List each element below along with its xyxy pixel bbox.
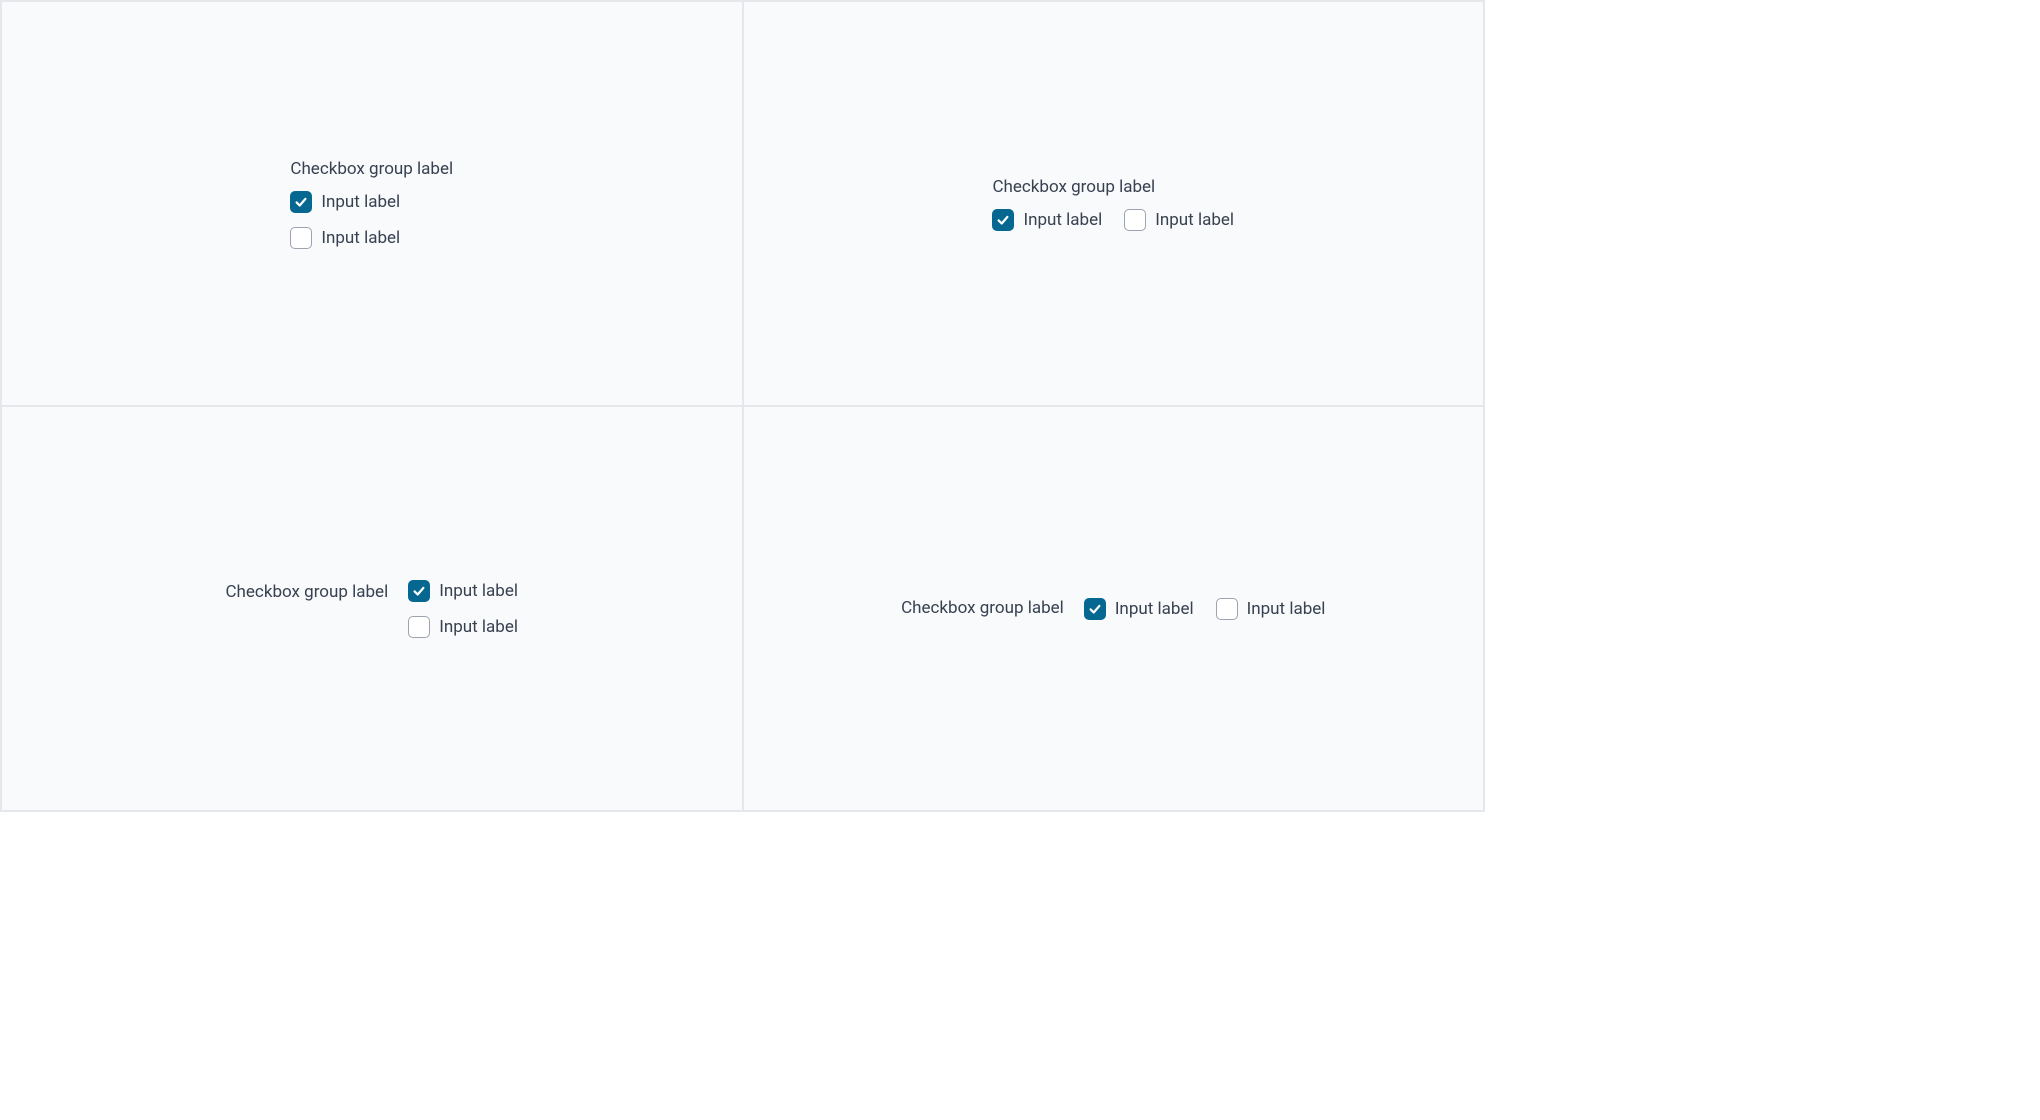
checkbox-input-unchecked[interactable] <box>408 616 430 638</box>
checkbox-input-checked[interactable] <box>992 209 1014 231</box>
checkbox-label: Input label <box>1155 210 1234 230</box>
checkbox-label: Input label <box>1115 599 1194 619</box>
check-icon <box>996 213 1010 227</box>
checkbox-label: Input label <box>321 192 400 212</box>
quadrant-2: Checkbox group label Input label Input l… <box>743 1 1485 406</box>
quadrant-1: Checkbox group label Input label Input l… <box>1 1 743 406</box>
checkbox-item[interactable]: Input label <box>1084 598 1194 620</box>
check-icon <box>412 584 426 598</box>
quadrant-3: Checkbox group label Input label Input l… <box>1 406 743 811</box>
checkbox-item[interactable]: Input label <box>408 616 518 638</box>
checkbox-item[interactable]: Input label <box>1216 598 1326 620</box>
checkbox-item[interactable]: Input label <box>992 209 1102 231</box>
checkbox-options: Input label Input label <box>290 191 400 249</box>
checkbox-input-unchecked[interactable] <box>290 227 312 249</box>
checkbox-options: Input label Input label <box>408 580 518 638</box>
checkbox-item[interactable]: Input label <box>290 227 400 249</box>
checkbox-group-label: Checkbox group label <box>225 580 388 603</box>
checkbox-input-unchecked[interactable] <box>1216 598 1238 620</box>
checkbox-group-label: Checkbox group label <box>290 158 453 180</box>
layout-grid: Checkbox group label Input label Input l… <box>0 0 1485 812</box>
checkbox-options: Input label Input label <box>992 209 1234 231</box>
checkbox-input-checked[interactable] <box>1084 598 1106 620</box>
quadrant-4: Checkbox group label Input label Input l… <box>743 406 1485 811</box>
checkbox-label: Input label <box>1023 210 1102 230</box>
check-icon <box>1088 602 1102 616</box>
checkbox-item[interactable]: Input label <box>1124 209 1234 231</box>
checkbox-input-checked[interactable] <box>408 580 430 602</box>
checkbox-group: Checkbox group label Input label Input l… <box>901 597 1325 619</box>
checkbox-group: Checkbox group label Input label Input l… <box>290 158 453 248</box>
checkbox-item[interactable]: Input label <box>408 580 518 602</box>
checkbox-group: Checkbox group label Input label Input l… <box>225 580 518 638</box>
checkbox-label: Input label <box>439 581 518 601</box>
checkbox-group-label: Checkbox group label <box>992 176 1234 198</box>
checkbox-input-checked[interactable] <box>290 191 312 213</box>
checkbox-options: Input label Input label <box>1084 598 1326 620</box>
check-icon <box>294 195 308 209</box>
checkbox-label: Input label <box>321 228 400 248</box>
checkbox-label: Input label <box>1247 599 1326 619</box>
checkbox-item[interactable]: Input label <box>290 191 400 213</box>
checkbox-group: Checkbox group label Input label Input l… <box>992 176 1234 230</box>
checkbox-group-label: Checkbox group label <box>901 597 1064 619</box>
checkbox-label: Input label <box>439 617 518 637</box>
checkbox-input-unchecked[interactable] <box>1124 209 1146 231</box>
